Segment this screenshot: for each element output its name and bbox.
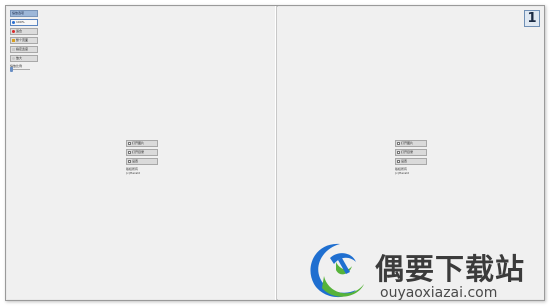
open-folder-button[interactable]: 打开目录 (126, 149, 158, 156)
zoom-whole-page-button[interactable]: 整个页面 (10, 37, 38, 44)
page-icon (12, 39, 15, 42)
left-center-panel: 打开图片 打开目录 设置 版权所有 (c)Harald (126, 140, 158, 175)
red-dot-icon (12, 30, 15, 33)
zoom-slider[interactable] (10, 67, 30, 72)
author-text: (c)Harald (395, 171, 409, 175)
zoom-in-button[interactable]: 放大 (10, 55, 38, 62)
width-icon (12, 48, 15, 51)
watermark-title: 偶要下载站 (375, 252, 526, 286)
watermark-logo-icon (310, 243, 364, 298)
zoom-toolbar: 缩放选项 100% 适合 整个页面 指定宽度 放大 缩放比例 (10, 10, 38, 72)
watermark: 偶要下载站 ouyaoxiazai.com (300, 236, 548, 306)
open-image-button[interactable]: 打开图片 (395, 140, 427, 147)
settings-button[interactable]: 设置 (395, 158, 427, 165)
radio-icon (12, 21, 15, 24)
zoom-slider-thumb[interactable] (10, 67, 13, 72)
open-folder-button[interactable]: 打开目录 (395, 149, 427, 156)
open-image-icon (128, 142, 131, 145)
settings-button[interactable]: 设置 (126, 158, 158, 165)
folder-icon (397, 151, 400, 154)
open-image-icon (397, 142, 400, 145)
author-text: (c)Harald (126, 171, 140, 175)
open-image-button[interactable]: 打开图片 (126, 140, 158, 147)
watermark-url: ouyaoxiazai.com (380, 285, 498, 301)
folder-icon (128, 151, 131, 154)
left-page-pane[interactable]: 缩放选项 100% 适合 整个页面 指定宽度 放大 缩放比例 打开图片 打开目录… (7, 7, 275, 299)
zoom-fit-button[interactable]: 适合 (10, 28, 38, 35)
right-center-panel: 打开图片 打开目录 设置 版权所有 (c)Harald (395, 140, 427, 175)
settings-icon (128, 160, 131, 163)
settings-icon (397, 160, 400, 163)
toolbar-header: 缩放选项 (10, 10, 38, 17)
zoom-width-button[interactable]: 指定宽度 (10, 46, 38, 53)
zoom-100-button[interactable]: 100% (10, 19, 38, 26)
page-number-badge: 1 (524, 10, 540, 27)
zoom-icon (12, 57, 15, 60)
zoom-label: 缩放比例 (10, 64, 23, 68)
